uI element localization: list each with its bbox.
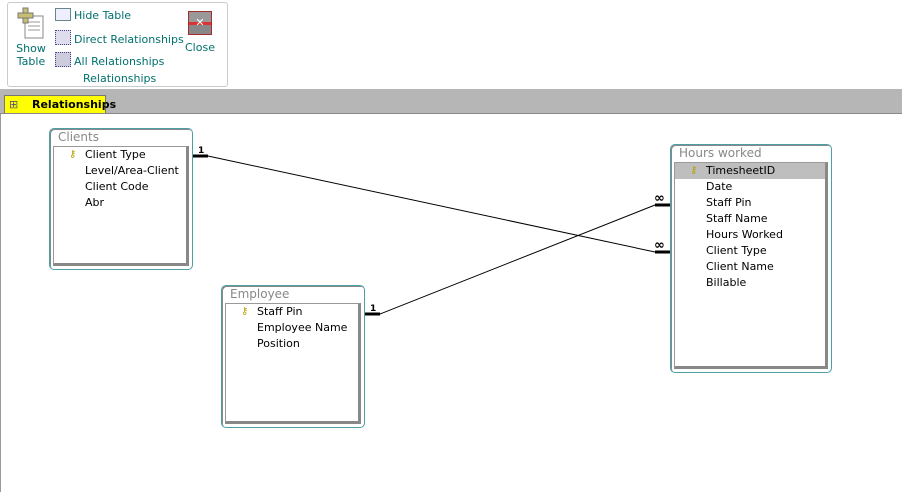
field-name: Hours Worked	[706, 228, 783, 241]
field-name: Client Type	[706, 244, 767, 257]
primary-key-icon: ⚷	[690, 165, 698, 176]
field-name: Client Code	[85, 180, 149, 193]
field-row[interactable]: ⚷ Client Type	[54, 147, 186, 163]
field-list: ⚷ TimesheetID Date Staff Pin Staff Name H…	[674, 162, 828, 369]
table-employee[interactable]: Employee ⚷ Staff Pin Employee Name Positi…	[221, 285, 365, 428]
field-name: Staff Pin	[706, 196, 752, 209]
one-label: 1	[370, 304, 376, 314]
field-name: Staff Name	[706, 212, 768, 225]
field-name: Employee Name	[257, 321, 348, 334]
field-row-selected[interactable]: ⚷ TimesheetID	[675, 163, 825, 179]
field-name: Billable	[706, 276, 747, 289]
table-hours-worked[interactable]: Hours worked ⚷ TimesheetID Date Staff Pin…	[670, 144, 832, 373]
field-row[interactable]: Staff Name	[675, 211, 825, 227]
field-row[interactable]: Employee Name	[226, 320, 358, 336]
relationship-employee-hours[interactable]: 1 ∞	[365, 191, 670, 316]
field-row[interactable]: Billable	[675, 275, 825, 291]
field-row[interactable]: Staff Pin	[675, 195, 825, 211]
many-label: ∞	[654, 238, 665, 253]
field-row[interactable]: ⚷ Staff Pin	[226, 304, 358, 320]
table-clients[interactable]: Clients ⚷ Client Type Level/Area-Client C…	[49, 128, 193, 270]
field-name: Staff Pin	[257, 305, 303, 318]
many-label: ∞	[654, 191, 665, 206]
field-row[interactable]: Hours Worked	[675, 227, 825, 243]
primary-key-icon: ⚷	[69, 149, 77, 160]
field-name: Client Name	[706, 260, 774, 273]
field-row[interactable]: Client Type	[675, 243, 825, 259]
table-title: Hours worked	[679, 146, 762, 160]
field-name: Client Type	[85, 148, 146, 161]
field-row[interactable]: Client Code	[54, 179, 186, 195]
field-row[interactable]: Position	[226, 336, 358, 352]
relationship-clients-hours[interactable]: 1 ∞	[193, 146, 670, 254]
field-row[interactable]: Client Name	[675, 259, 825, 275]
field-row[interactable]: Abr	[54, 195, 186, 211]
field-name: Level/Area-Client	[85, 164, 179, 177]
field-row[interactable]: Level/Area-Client	[54, 163, 186, 179]
field-name: Date	[706, 180, 733, 193]
table-title: Employee	[230, 287, 290, 301]
field-name: Abr	[85, 196, 105, 209]
field-name: Position	[257, 337, 300, 350]
field-list: ⚷ Client Type Level/Area-Client Client Co…	[53, 146, 189, 266]
table-title: Clients	[58, 130, 99, 144]
primary-key-icon: ⚷	[241, 306, 249, 317]
field-name: TimesheetID	[706, 164, 776, 177]
field-list: ⚷ Staff Pin Employee Name Position	[225, 303, 361, 424]
one-label: 1	[198, 146, 204, 156]
field-row[interactable]: Date	[675, 179, 825, 195]
